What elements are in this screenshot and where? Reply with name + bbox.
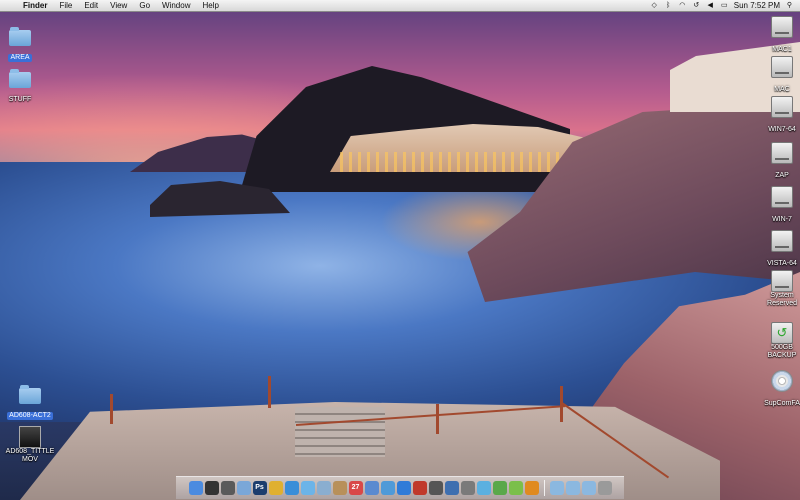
dock-finder-icon[interactable] bbox=[188, 481, 203, 495]
desktop-item-ad608-act2[interactable]: AD608-ACT2 bbox=[0, 385, 60, 422]
dock-chrome-icon[interactable] bbox=[268, 481, 283, 495]
hard-drive-icon bbox=[771, 142, 793, 164]
dock: Ps 27 bbox=[176, 476, 624, 499]
dock-photoshop-icon[interactable]: Ps bbox=[252, 481, 267, 495]
desktop-item-stuff[interactable]: STUFF bbox=[0, 69, 50, 106]
desktop-drive-zap[interactable]: ZAP bbox=[752, 142, 800, 182]
wallpaper-railing-post bbox=[436, 404, 439, 434]
dock-system-preferences-icon[interactable] bbox=[524, 481, 539, 495]
dock-network-icon[interactable] bbox=[476, 481, 491, 495]
desktop-item-label: WIN7-64 bbox=[768, 126, 796, 133]
volume-icon[interactable]: ◀ bbox=[706, 2, 715, 10]
menu-go[interactable]: Go bbox=[133, 0, 156, 11]
desktop-item-area[interactable]: AREA bbox=[0, 27, 50, 64]
menu-view[interactable]: View bbox=[104, 0, 133, 11]
dock-transmission-icon[interactable] bbox=[508, 481, 523, 495]
desktop-item-label: STUFF bbox=[8, 96, 32, 103]
menu-edit[interactable]: Edit bbox=[78, 0, 104, 11]
battery-icon[interactable]: ▭ bbox=[720, 2, 729, 10]
time-machine-icon[interactable]: ↺ bbox=[692, 2, 701, 10]
dock-vlc-icon[interactable] bbox=[492, 481, 507, 495]
hard-drive-icon bbox=[771, 270, 793, 292]
wallpaper-railing-post bbox=[268, 376, 271, 408]
dock-mission-control-icon[interactable] bbox=[220, 481, 235, 495]
time-machine-drive-icon: ↺ bbox=[771, 322, 793, 344]
hard-drive-icon bbox=[771, 230, 793, 252]
menu-bar: Finder File Edit View Go Window Help ◇ ᛒ… bbox=[0, 0, 800, 12]
desktop-item-label: MAC1 bbox=[772, 46, 792, 53]
hard-drive-icon bbox=[771, 96, 793, 118]
dock-app-store-icon[interactable] bbox=[396, 481, 411, 495]
desktop-item-label: ZAP bbox=[775, 172, 789, 179]
optical-disc-icon bbox=[771, 370, 793, 392]
hard-drive-icon bbox=[771, 56, 793, 78]
dock-filezilla-icon[interactable] bbox=[412, 481, 427, 495]
desktop-item-ad608-tittle[interactable]: AD608_TITTLE MOV bbox=[0, 426, 60, 466]
desktop-drive-vista-64[interactable]: VISTA-64 bbox=[752, 230, 800, 270]
dock-ical-icon[interactable]: 27 bbox=[348, 481, 363, 495]
dock-utility-icon[interactable] bbox=[460, 481, 475, 495]
hard-drive-icon bbox=[771, 186, 793, 208]
menu-extras: ◇ ᛒ ◠ ↺ ◀ ▭ Sun 7:52 PM ⚲ bbox=[650, 0, 800, 11]
dock-downloads-folder-icon[interactable] bbox=[581, 481, 596, 495]
dock-ichat-icon[interactable] bbox=[300, 481, 315, 495]
dock-address-book-icon[interactable] bbox=[332, 481, 347, 495]
wallpaper-railing-post bbox=[110, 394, 113, 424]
desktop-drive-win-7[interactable]: WIN-7 bbox=[752, 186, 800, 226]
desktop-item-label: WIN-7 bbox=[772, 216, 792, 223]
dock-documents-folder-icon[interactable] bbox=[565, 481, 580, 495]
dock-separator bbox=[543, 480, 545, 496]
desktop-drive-system-reserved[interactable]: System Reserved bbox=[752, 270, 800, 310]
folder-icon bbox=[9, 69, 31, 88]
dock-xcode-icon[interactable] bbox=[444, 481, 459, 495]
dock-itunes-icon[interactable] bbox=[380, 481, 395, 495]
desktop-drive-win7-64[interactable]: WIN7-64 bbox=[752, 96, 800, 136]
folder-icon bbox=[19, 385, 41, 404]
dock-trash-icon[interactable] bbox=[597, 481, 612, 495]
bluetooth-icon[interactable]: ᛒ bbox=[664, 2, 673, 10]
menu-window[interactable]: Window bbox=[156, 0, 196, 11]
menu-help[interactable]: Help bbox=[196, 0, 224, 11]
dock-camera-icon[interactable] bbox=[428, 481, 443, 495]
desktop-wallpaper bbox=[0, 12, 800, 500]
desktop-item-label: AD608_TITTLE MOV bbox=[5, 448, 55, 463]
desktop-drive-mac[interactable]: MAC bbox=[752, 56, 800, 96]
dock-preview-icon[interactable] bbox=[236, 481, 251, 495]
wallpaper-town-lights bbox=[340, 152, 580, 172]
menu-file[interactable]: File bbox=[53, 0, 78, 11]
spotlight-icon[interactable]: ⚲ bbox=[785, 2, 794, 10]
hard-drive-icon bbox=[771, 16, 793, 38]
menu-app-finder[interactable]: Finder bbox=[17, 0, 53, 11]
desktop-drive-mac1[interactable]: MAC1 bbox=[752, 16, 800, 56]
dropbox-icon[interactable]: ◇ bbox=[650, 2, 659, 10]
menu-clock[interactable]: Sun 7:52 PM bbox=[734, 0, 780, 11]
dock-safari-icon[interactable] bbox=[284, 481, 299, 495]
dock-applications-folder-icon[interactable] bbox=[549, 481, 564, 495]
desktop-item-label: System Reserved bbox=[767, 292, 797, 307]
movie-file-icon bbox=[19, 426, 41, 448]
desktop-item-label: AREA bbox=[8, 54, 32, 62]
desktop-item-label: 500GB BACKUP bbox=[767, 344, 797, 359]
folder-icon bbox=[9, 27, 31, 46]
desktop-item-label: VISTA-64 bbox=[767, 260, 797, 267]
wallpaper-stairs bbox=[295, 407, 385, 457]
desktop-item-label: MAC bbox=[774, 86, 790, 93]
desktop-item-label: AD608-ACT2 bbox=[7, 412, 53, 420]
desktop-disc-supcomfa[interactable]: SupComFA bbox=[752, 370, 800, 410]
dock-iphoto-icon[interactable] bbox=[364, 481, 379, 495]
wifi-icon[interactable]: ◠ bbox=[678, 2, 687, 10]
dock-dashboard-icon[interactable] bbox=[204, 481, 219, 495]
dock-mail-icon[interactable] bbox=[316, 481, 331, 495]
desktop-drive-500gb-backup[interactable]: ↺ 500GB BACKUP bbox=[752, 322, 800, 362]
desktop-item-label: SupComFA bbox=[764, 400, 800, 407]
